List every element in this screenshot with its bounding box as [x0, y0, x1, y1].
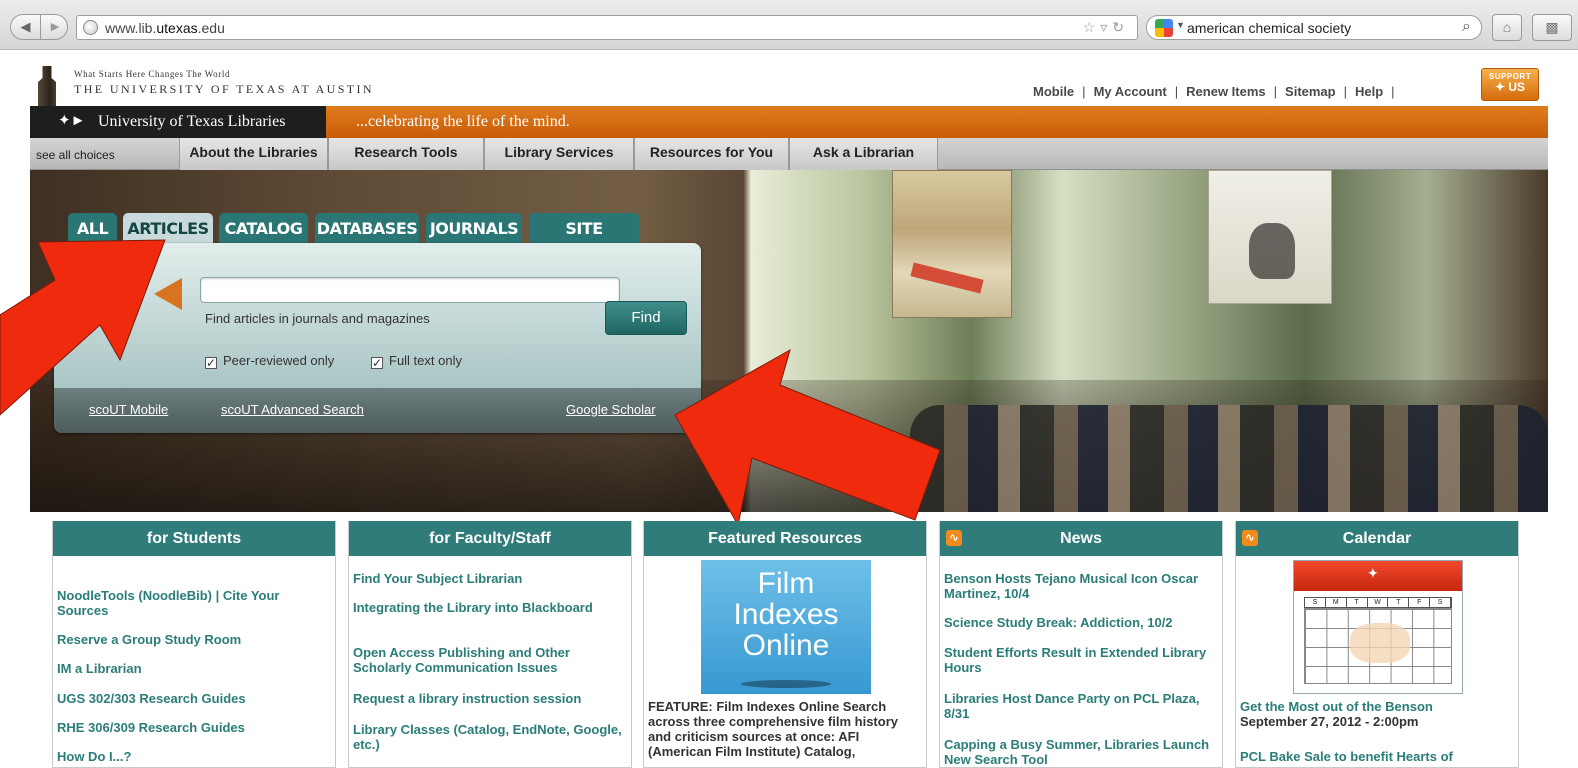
scout-advanced-search-link[interactable]: scoUT Advanced Search: [221, 402, 364, 417]
browser-search-query[interactable]: american chemical society: [1187, 20, 1351, 36]
hanging-banner-left: [892, 170, 1012, 318]
link-ugs-guides[interactable]: UGS 302/303 Research Guides: [57, 691, 331, 706]
full-text-checkbox[interactable]: ✓ Full text only: [371, 353, 462, 369]
globe-icon: [83, 20, 98, 35]
address-bar[interactable]: www.lib.utexas.edu ☆▿↻: [76, 15, 1138, 40]
link-reserve-room[interactable]: Reserve a Group Study Room: [57, 632, 331, 647]
checkmark-icon: ✓: [371, 356, 383, 370]
news-item[interactable]: Benson Hosts Tejano Musical Icon Oscar M…: [944, 571, 1218, 601]
faculty-heading: for Faculty/Staff: [349, 521, 631, 556]
util-link-renew-items[interactable]: Renew Items: [1186, 84, 1265, 99]
browser-toolbar: ◀ ▶ www.lib.utexas.edu ☆▿↻ ▼ american ch…: [0, 0, 1578, 50]
news-item[interactable]: Science Study Break: Addiction, 10/2: [944, 615, 1218, 630]
link-open-access[interactable]: Open Access Publishing and Other Scholar…: [353, 645, 627, 675]
news-item[interactable]: Capping a Busy Summer, Libraries Launch …: [944, 737, 1218, 767]
site-header: What Starts Here Changes The World THE U…: [0, 50, 1578, 106]
main-menu: see all choices About the Libraries Rese…: [30, 138, 1548, 170]
students-column: for Students NoodleTools (NoodleBib) | C…: [52, 521, 336, 768]
link-noodletools[interactable]: NoodleTools (NoodleBib) | Cite Your Sour…: [57, 588, 331, 618]
library-banner: ✦► University of Texas Libraries ...cele…: [30, 106, 1548, 138]
calendar-heading: ∿ Calendar: [1236, 521, 1518, 556]
news-heading: ∿ News: [940, 521, 1222, 556]
annotation-arrow-left: [0, 239, 166, 416]
article-search-input[interactable]: [200, 277, 620, 303]
tab-journals[interactable]: JOURNALS: [426, 213, 522, 243]
ut-tagline: What Starts Here Changes The World: [74, 69, 231, 79]
link-instruction[interactable]: Request a library instruction session: [353, 691, 627, 706]
calendar-event[interactable]: PCL Bake Sale to benefit Hearts of: [1240, 749, 1514, 764]
menu-resources-for-you[interactable]: Resources for You: [634, 138, 789, 170]
history-nav: ◀ ▶: [10, 14, 68, 40]
browser-search-box[interactable]: ▼ american chemical society ⌕: [1146, 15, 1482, 40]
util-link-help[interactable]: Help: [1355, 84, 1383, 99]
ut-tower-logo[interactable]: [38, 66, 56, 106]
library-name: University of Texas Libraries: [98, 113, 286, 130]
calendar-event[interactable]: Get the Most out of the Benson: [1240, 699, 1514, 714]
back-button[interactable]: ◀: [11, 15, 41, 39]
link-blackboard[interactable]: Integrating the Library into Blackboard: [353, 600, 627, 615]
featured-text: FEATURE: Film Indexes Online Search acro…: [648, 699, 898, 759]
link-how-do-i[interactable]: How Do I...?: [57, 749, 331, 764]
search-icon[interactable]: ⌕: [1462, 18, 1471, 36]
support-us-button[interactable]: SUPPORT ✦ US: [1481, 68, 1539, 101]
home-button[interactable]: ⌂: [1492, 14, 1522, 41]
search-hint: Find articles in journals and magazines: [205, 311, 430, 326]
tab-catalog[interactable]: CATALOG: [219, 213, 308, 243]
google-scholar-link[interactable]: Google Scholar: [566, 402, 656, 417]
rss-icon[interactable]: ∿: [1242, 530, 1258, 546]
featured-heading: Featured Resources: [644, 521, 926, 556]
forward-button[interactable]: ▶: [42, 15, 68, 39]
rss-icon[interactable]: ∿: [946, 530, 962, 546]
news-column: ∿ News Benson Hosts Tejano Musical Icon O…: [939, 521, 1223, 768]
see-all-choices-link[interactable]: see all choices: [30, 138, 171, 170]
library-logo[interactable]: ✦► University of Texas Libraries: [30, 106, 326, 138]
link-rhe-guides[interactable]: RHE 306/309 Research Guides: [57, 720, 331, 735]
url-text: www.lib.utexas.edu: [105, 20, 225, 36]
calendar-icon: ✦ SMTWTFS: [1293, 560, 1463, 694]
news-item[interactable]: Libraries Host Dance Party on PCL Plaza,…: [944, 691, 1218, 721]
faculty-column: for Faculty/Staff Find Your Subject Libr…: [348, 521, 632, 768]
hanging-banner-right: [1208, 170, 1332, 304]
info-columns: for Students NoodleTools (NoodleBib) | C…: [52, 521, 1522, 768]
calendar-event-date: September 27, 2012 - 2:00pm: [1240, 714, 1419, 729]
peer-reviewed-checkbox[interactable]: ✓ Peer-reviewed only: [205, 353, 334, 369]
tab-site-search[interactable]: SITE SEARCH: [529, 213, 639, 270]
util-link-sitemap[interactable]: Sitemap: [1285, 84, 1336, 99]
annotation-arrow-right: [674, 348, 941, 527]
featured-column: Featured Resources Film Indexes Online F…: [643, 521, 927, 768]
longhorn-icon: ✦►: [58, 113, 86, 129]
tab-databases[interactable]: DATABASES: [315, 213, 419, 243]
utility-links: Mobile | My Account | Renew Items | Sitemap | He…: [1033, 84, 1395, 99]
util-link-my-account[interactable]: My Account: [1094, 84, 1167, 99]
calendar-column: ∿ Calendar ✦ SMTWTFS Get the Most out of …: [1235, 521, 1519, 768]
film-indexes-logo[interactable]: Film Indexes Online: [701, 560, 871, 694]
students-crowd: [910, 405, 1548, 512]
link-im-librarian[interactable]: IM a Librarian: [57, 661, 331, 676]
library-slogan: ...celebrating the life of the mind.: [356, 113, 570, 130]
bookmark-star-icon[interactable]: ☆▿↻: [1083, 19, 1129, 36]
menu-research-tools[interactable]: Research Tools: [328, 138, 484, 170]
chevron-down-icon[interactable]: ▼: [1176, 20, 1185, 30]
checkmark-icon: ✓: [205, 356, 217, 370]
news-item[interactable]: Student Efforts Result in Extended Libra…: [944, 645, 1218, 675]
menu-library-services[interactable]: Library Services: [484, 138, 634, 170]
menu-ask-a-librarian[interactable]: Ask a Librarian: [789, 138, 938, 170]
link-subject-librarian[interactable]: Find Your Subject Librarian: [353, 571, 627, 586]
util-link-mobile[interactable]: Mobile: [1033, 84, 1074, 99]
ut-name[interactable]: THE UNIVERSITY OF TEXAS AT AUSTIN: [74, 82, 374, 97]
menu-about-libraries[interactable]: About the Libraries: [179, 138, 328, 170]
students-heading: for Students: [53, 521, 335, 556]
extension-button[interactable]: ▩: [1532, 14, 1572, 41]
link-library-classes[interactable]: Library Classes (Catalog, EndNote, Googl…: [353, 722, 627, 752]
google-icon[interactable]: [1155, 19, 1173, 37]
